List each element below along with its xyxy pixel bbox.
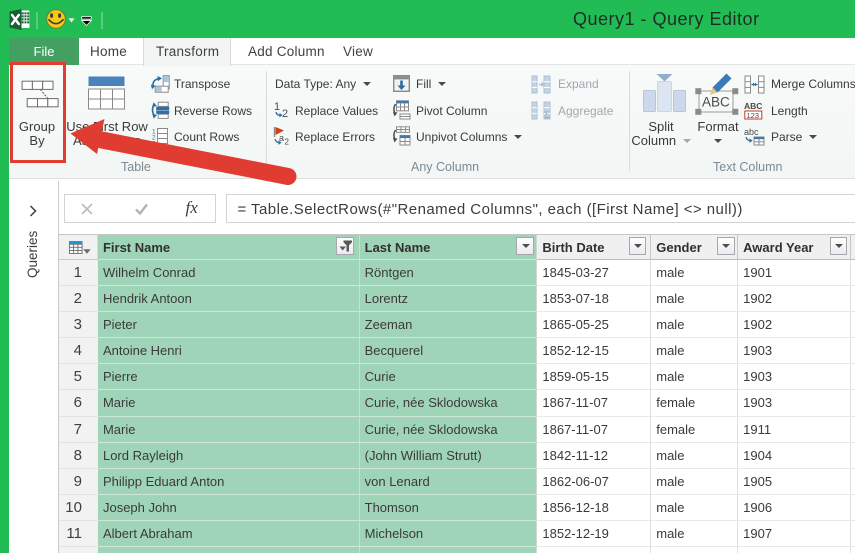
- svg-text:abc: abc: [744, 127, 759, 137]
- svg-text:Σ: Σ: [545, 110, 550, 120]
- svg-text:ABC: ABC: [702, 95, 730, 110]
- svg-text:123: 123: [747, 111, 760, 120]
- svg-text:ABC: ABC: [744, 101, 762, 111]
